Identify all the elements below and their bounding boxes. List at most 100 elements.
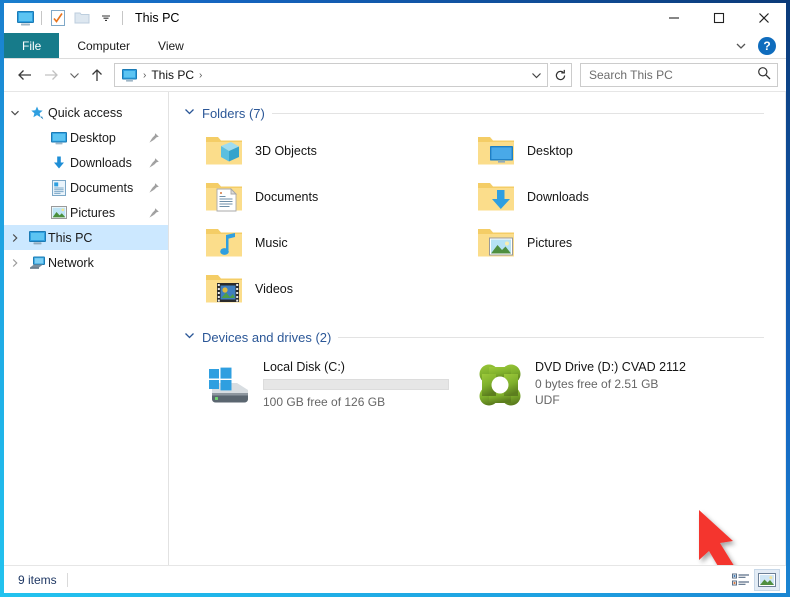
details-view-button[interactable] (728, 569, 754, 591)
breadcrumb-this-pc-icon (120, 68, 138, 82)
qat-separator-1 (41, 11, 42, 25)
pin-icon[interactable] (146, 132, 162, 144)
folder-music-icon (203, 222, 245, 264)
red-pointer-arrow (699, 510, 734, 565)
folder-label: Videos (255, 282, 293, 296)
capacity-bar (263, 379, 449, 390)
this-pc-icon[interactable] (13, 7, 37, 29)
folder-desktop-icon (475, 130, 517, 172)
folder-label: 3D Objects (255, 144, 317, 158)
folder-label: Downloads (527, 190, 589, 204)
sidebar-item-downloads[interactable]: Downloads (4, 150, 168, 175)
group-header-folders[interactable]: Folders (7) (183, 102, 786, 124)
sidebar-item-this-pc[interactable]: This PC (4, 225, 168, 250)
expand-chevron-icon[interactable] (4, 108, 26, 118)
title-bar: This PC (4, 3, 786, 33)
folder-videos-icon (203, 268, 245, 310)
sidebar-item-quick-access[interactable]: Quick access (4, 100, 168, 125)
sidebar-item-pictures[interactable]: Pictures (4, 200, 168, 225)
folder-label: Pictures (527, 236, 573, 250)
tab-computer[interactable]: Computer (63, 33, 144, 58)
desktop-icon (48, 131, 70, 145)
folder-item-desktop[interactable]: Desktop (469, 128, 741, 174)
explorer-window: This PC File Computer View ? › This PC ›… (4, 3, 786, 593)
folder-label: Music (255, 236, 288, 250)
maximize-button[interactable] (696, 3, 741, 33)
window-frame: This PC File Computer View ? › This PC ›… (0, 0, 790, 597)
help-icon[interactable]: ? (758, 37, 776, 55)
breadcrumb-separator-2[interactable]: › (194, 70, 207, 81)
address-dropdown-icon[interactable] (527, 64, 545, 86)
content-scrollbar[interactable] (785, 92, 786, 565)
sidebar-item-network[interactable]: Network (4, 250, 168, 275)
network-icon (26, 256, 48, 270)
documents-icon (48, 179, 70, 196)
large-icons-view-button[interactable] (754, 568, 780, 591)
pin-icon[interactable] (146, 182, 162, 194)
ribbon-tab-bar: File Computer View ? (4, 33, 786, 59)
drive-item-dvd-drive-d[interactable]: DVD Drive (D:) CVAD 2112 0 bytes free of… (469, 354, 741, 416)
hard-drive-icon (203, 360, 253, 410)
close-button[interactable] (741, 3, 786, 33)
search-icon[interactable] (757, 66, 771, 85)
forward-button (38, 62, 64, 88)
refresh-button[interactable] (550, 63, 572, 87)
quick-access-toolbar (4, 7, 127, 29)
folder-item-videos[interactable]: Videos (197, 266, 469, 312)
group-divider (338, 336, 764, 338)
star-icon (26, 105, 48, 121)
sidebar-item-label: Desktop (70, 130, 116, 145)
status-separator (66, 572, 68, 587)
folder-downloads-icon (475, 176, 517, 218)
recent-locations-icon[interactable] (64, 62, 84, 88)
drive-info: DVD Drive (D:) CVAD 2112 0 bytes free of… (535, 356, 686, 408)
drive-filesystem-text: UDF (535, 393, 560, 407)
breadcrumb-separator-1[interactable]: › (138, 70, 151, 81)
folder-item-documents[interactable]: Documents (197, 174, 469, 220)
breadcrumb-item-this-pc[interactable]: This PC (151, 68, 194, 82)
address-bar: › This PC › Search This PC (4, 59, 786, 91)
tab-file[interactable]: File (4, 33, 60, 58)
folders-grid: 3D Objects Desktop Documents Downloads M… (197, 128, 786, 312)
ribbon-right-controls: ? (730, 33, 782, 59)
folder-item-downloads[interactable]: Downloads (469, 174, 741, 220)
expand-chevron-icon[interactable] (4, 233, 26, 243)
sidebar-item-documents[interactable]: Documents (4, 175, 168, 200)
folder-item-pictures[interactable]: Pictures (469, 220, 741, 266)
sidebar-item-label: Downloads (70, 155, 132, 170)
folder-item-3d-objects[interactable]: 3D Objects (197, 128, 469, 174)
sidebar-item-label: This PC (48, 230, 93, 245)
sidebar-item-label: Quick access (48, 105, 123, 120)
minimize-button[interactable] (651, 3, 696, 33)
tab-view[interactable]: View (144, 33, 198, 58)
properties-icon[interactable] (46, 7, 70, 29)
chevron-down-icon[interactable] (183, 107, 195, 119)
drive-info: Local Disk (C:) 100 GB free of 126 GB (263, 356, 449, 410)
folder-pictures-icon (475, 222, 517, 264)
folder-3d-objects-icon (203, 130, 245, 172)
back-button[interactable] (12, 62, 38, 88)
drive-item-local-disk-c[interactable]: Local Disk (C:) 100 GB free of 126 GB (197, 354, 469, 416)
drive-label: Local Disk (C:) (263, 360, 345, 374)
folder-item-music[interactable]: Music (197, 220, 469, 266)
item-count-label: 9 items (18, 572, 57, 587)
window-body: Quick access Desktop Downloads Documents… (4, 91, 786, 565)
drive-label: DVD Drive (D:) CVAD 2112 (535, 360, 686, 374)
new-folder-icon[interactable] (70, 7, 94, 29)
breadcrumb[interactable]: › This PC › (114, 63, 548, 87)
pin-icon[interactable] (146, 207, 162, 219)
this-pc-icon (26, 230, 48, 245)
qat-separator-2 (122, 11, 123, 25)
sidebar-item-desktop[interactable]: Desktop (4, 125, 168, 150)
group-header-devices[interactable]: Devices and drives (2) (183, 326, 786, 348)
ribbon-collapse-icon[interactable] (730, 35, 752, 57)
search-placeholder: Search This PC (589, 68, 673, 82)
chevron-down-icon[interactable] (183, 331, 195, 343)
search-input[interactable]: Search This PC (580, 63, 778, 87)
drive-capacity-text: 100 GB free of 126 GB (263, 395, 386, 409)
downloads-icon (48, 155, 70, 171)
up-button[interactable] (84, 62, 110, 88)
customize-dropdown-icon[interactable] (94, 7, 118, 29)
expand-chevron-icon[interactable] (4, 258, 26, 268)
pin-icon[interactable] (146, 157, 162, 169)
